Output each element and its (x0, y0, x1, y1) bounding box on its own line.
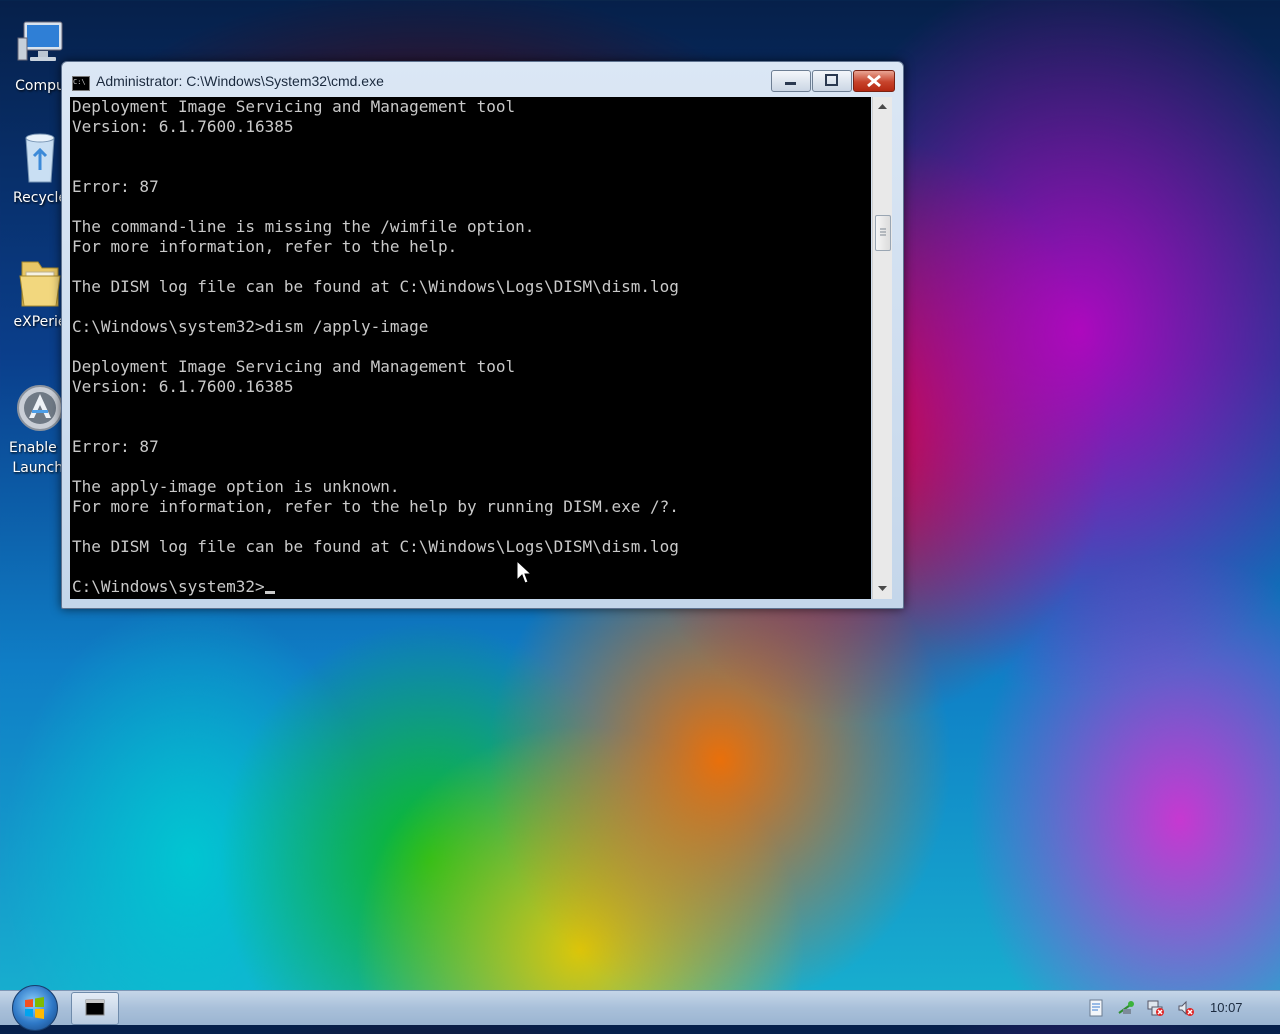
console-line: The apply-image option is unknown. (72, 477, 400, 496)
taskbar-cmd-button[interactable] (71, 992, 119, 1025)
scroll-up-arrow-icon[interactable] (877, 102, 888, 110)
minimize-icon (785, 82, 796, 85)
window-titlebar[interactable]: C:\ Administrator: C:\Windows\System32\c… (62, 62, 903, 96)
minimize-button[interactable] (771, 70, 811, 92)
scrollbar-thumb[interactable] (875, 215, 891, 251)
console-line: Error: 87 (72, 437, 159, 456)
console-prompt-line[interactable]: C:\Windows\system32> (70, 577, 871, 597)
console-line: The DISM log file can be found at C:\Win… (72, 277, 679, 296)
taskbar: 10:07 (0, 985, 1280, 1031)
windows-start-icon (25, 997, 44, 1019)
console-line: Deployment Image Servicing and Managemen… (72, 97, 516, 116)
maximize-icon (825, 74, 838, 86)
close-button[interactable] (853, 70, 895, 92)
start-button[interactable] (12, 985, 58, 1031)
cmd-window[interactable]: C:\ Administrator: C:\Windows\System32\c… (61, 61, 904, 609)
scroll-down-arrow-icon[interactable] (877, 585, 888, 593)
volume-muted-icon[interactable] (1177, 999, 1195, 1017)
vertical-scrollbar[interactable] (872, 97, 892, 599)
notes-icon[interactable] (1087, 999, 1105, 1017)
console-line: C:\Windows\system32>dism /apply-image (72, 317, 429, 336)
console-prompt: C:\Windows\system32> (72, 577, 265, 596)
computer-icon (16, 18, 64, 72)
console-line: Version: 6.1.7600.16385 (72, 377, 294, 396)
text-cursor (264, 591, 275, 594)
console-line: Error: 87 (72, 177, 159, 196)
console-line: The command-line is missing the /wimfile… (72, 217, 535, 236)
console-line: The DISM log file can be found at C:\Win… (72, 537, 679, 556)
console-output[interactable]: Deployment Image Servicing and Managemen… (70, 97, 871, 599)
recycle-bin-icon (16, 130, 64, 184)
close-icon (867, 74, 881, 88)
mouse-pointer-icon (516, 560, 532, 584)
cmd-taskbar-icon (85, 999, 105, 1016)
console-line: Version: 6.1.7600.16385 (72, 117, 294, 136)
console-line: For more information, refer to the help … (72, 497, 679, 516)
folder-icon (16, 254, 64, 308)
cmd-icon: C:\ (72, 76, 90, 91)
window-title: Administrator: C:\Windows\System32\cmd.e… (96, 73, 384, 89)
network-disconnected-icon[interactable] (1147, 999, 1165, 1017)
clock[interactable]: 10:07 (1210, 1000, 1243, 1015)
console-line: Deployment Image Servicing and Managemen… (72, 357, 516, 376)
launcher-icon (16, 380, 64, 434)
grip-icon (880, 228, 886, 236)
maximize-button[interactable] (812, 70, 852, 92)
network-icon[interactable] (1117, 999, 1135, 1017)
console-line: For more information, refer to the help. (72, 237, 458, 256)
